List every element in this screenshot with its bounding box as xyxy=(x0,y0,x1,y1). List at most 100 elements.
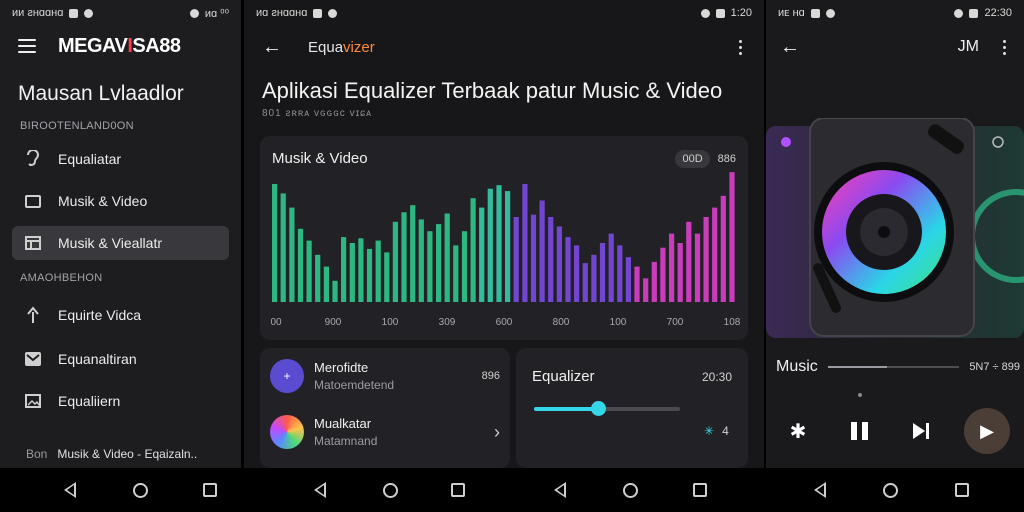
brand-logo: MEGAVISA88 xyxy=(58,34,181,57)
chart-bar xyxy=(358,238,364,302)
shuffle-icon[interactable]: ✱ xyxy=(780,409,816,453)
back-arrow-icon[interactable]: ← xyxy=(262,36,282,59)
footer-prefix: Bon xyxy=(26,447,48,461)
chart-bar xyxy=(453,245,459,302)
player-screen: ᴎᴇ ʜɑ 22:30 ← JM Music 5N7 ÷ 899 ✱ ▶ xyxy=(766,0,1024,468)
next-track-button[interactable] xyxy=(903,409,939,453)
back-nav-button[interactable] xyxy=(60,480,80,500)
app-bar: ← Equavizer xyxy=(244,26,764,68)
chart-bar xyxy=(332,280,338,302)
chart-bar xyxy=(634,266,640,302)
chart-bar xyxy=(703,217,709,302)
nav-item-label: Equaliatar xyxy=(58,151,122,167)
playback-row: Music 5N7 ÷ 899 xyxy=(776,358,1020,376)
track-list-card: + Merofidte Matoemdetend 896 Mualkatar M… xyxy=(260,348,510,468)
avatar xyxy=(270,415,304,449)
sync-icon xyxy=(84,8,94,18)
equalizer-screen: ᴎɑ ƨʜɑɑʜɑ 1:20 ← Equavizer Aplikasi Equa… xyxy=(244,0,764,468)
pause-button[interactable] xyxy=(841,409,877,453)
chart-bar xyxy=(574,245,580,302)
notification-icon xyxy=(313,8,323,18)
more-options-icon[interactable] xyxy=(999,36,1010,59)
turntable-artwork xyxy=(766,118,1024,338)
equalizer-card: Equalizer 20:30 ✳ 4 xyxy=(516,348,748,468)
player-app-bar: ← JM xyxy=(766,26,1024,68)
nav-item-label: Equaliiern xyxy=(58,393,121,409)
home-nav-button[interactable] xyxy=(620,480,640,500)
chart-bar xyxy=(289,207,295,302)
back-arrow-icon[interactable]: ← xyxy=(780,36,800,59)
recents-nav-button[interactable] xyxy=(448,480,468,500)
chart-bar xyxy=(522,184,528,302)
status-bar: ᴎᴇ ʜɑ 22:30 xyxy=(766,0,1024,26)
playback-progress-bar[interactable] xyxy=(827,366,960,368)
page-subline: 801 ƨʀʀᴀ ᴠɢɢɢᴄ ᴠɪɕᴀ xyxy=(262,108,373,119)
list-item-subtitle: Matamnand xyxy=(314,434,378,448)
chart-bar xyxy=(315,254,321,302)
more-options-icon[interactable] xyxy=(735,36,746,59)
chart-bar xyxy=(280,193,286,302)
chart-bar xyxy=(461,231,468,302)
nav-item-equirte-vidca[interactable]: Equirte Vidca xyxy=(0,298,241,332)
chart-bar xyxy=(487,188,493,302)
nav-item-musik-video[interactable]: Musik & Video xyxy=(0,184,241,218)
tuning-fork-icon xyxy=(24,306,42,324)
sparkle-icon: ✳ xyxy=(704,424,715,438)
status-time: 1:20 xyxy=(730,7,752,19)
home-nav-button[interactable] xyxy=(380,480,400,500)
chart-tick-label: 600 xyxy=(496,317,513,328)
nav-item-equanaltiran[interactable]: Equanaltiran xyxy=(0,342,241,376)
wifi-icon xyxy=(954,8,964,18)
status-bar: ᴎᴎ ƨʜɑɑʜɑ ᴎɑ ⁰⁰ xyxy=(0,0,241,26)
nav-item-equaliiern[interactable]: Equaliiern xyxy=(0,384,241,418)
chart-bar xyxy=(341,237,347,302)
wifi-icon xyxy=(189,8,199,18)
chevron-right-icon[interactable]: › xyxy=(494,422,500,443)
back-nav-button[interactable] xyxy=(810,480,830,500)
play-button[interactable]: ▶ xyxy=(963,408,1010,454)
list-item[interactable]: Mualkatar Matamnand › xyxy=(260,404,510,460)
chart-bar xyxy=(539,200,545,302)
recents-nav-button[interactable] xyxy=(952,480,972,500)
drawer-header: MEGAVISA88 xyxy=(0,26,241,66)
menu-icon[interactable] xyxy=(18,39,36,53)
nav-item-equaliatar[interactable]: Equaliatar xyxy=(0,142,241,176)
back-nav-button[interactable] xyxy=(310,480,330,500)
footer-text: Musik & Video - Eqaizaln.. xyxy=(57,447,198,461)
equalizer-slider[interactable] xyxy=(534,401,680,416)
image-icon xyxy=(24,392,42,410)
chart-bar xyxy=(366,248,373,302)
signal-icon xyxy=(700,8,710,18)
chart-bar xyxy=(530,214,537,302)
chart-bar xyxy=(643,278,649,302)
chart-tick-label: 700 xyxy=(667,317,684,328)
home-nav-button[interactable] xyxy=(880,480,900,500)
chart-bar xyxy=(436,224,442,302)
chart-bar xyxy=(496,185,502,302)
list-item[interactable]: + Merofidte Matoemdetend 896 xyxy=(260,348,510,404)
drawer-title: Mausan Lvlaadlor xyxy=(18,82,184,105)
home-nav-button[interactable] xyxy=(130,480,150,500)
recents-nav-button[interactable] xyxy=(690,480,710,500)
chart-bar xyxy=(479,207,485,302)
chart-bar xyxy=(608,233,614,302)
recents-nav-button[interactable] xyxy=(200,480,220,500)
section-label-2: AMAOHBEHON xyxy=(20,272,103,284)
player-logo: JM xyxy=(957,38,979,55)
chart-bar xyxy=(444,213,450,302)
slider-handle[interactable] xyxy=(591,401,607,416)
status-right-text: ᴎɑ ⁰⁰ xyxy=(204,7,229,20)
navigation-drawer-screen: ᴎᴎ ƨʜɑɑʜɑ ᴎɑ ⁰⁰ MEGAVISA88 Mausan Lvlaad… xyxy=(0,0,241,468)
back-nav-button[interactable] xyxy=(550,480,570,500)
drawer-footer[interactable]: Bon Musik & Video - Eqaizaln.. xyxy=(0,440,241,468)
status-left-text: ᴎᴎ ƨʜɑɑʜɑ xyxy=(12,7,64,19)
chart-bar xyxy=(729,172,735,302)
nav-item-musik-vieallatr[interactable]: Musik & Vieallatr xyxy=(12,226,229,260)
chart-bar xyxy=(349,243,355,302)
chart-bar xyxy=(669,233,675,302)
battery-icon xyxy=(715,8,725,18)
chart-bar xyxy=(565,237,571,302)
sync-icon xyxy=(328,8,338,18)
chart-bar xyxy=(323,266,329,302)
chart-bar xyxy=(513,217,519,302)
